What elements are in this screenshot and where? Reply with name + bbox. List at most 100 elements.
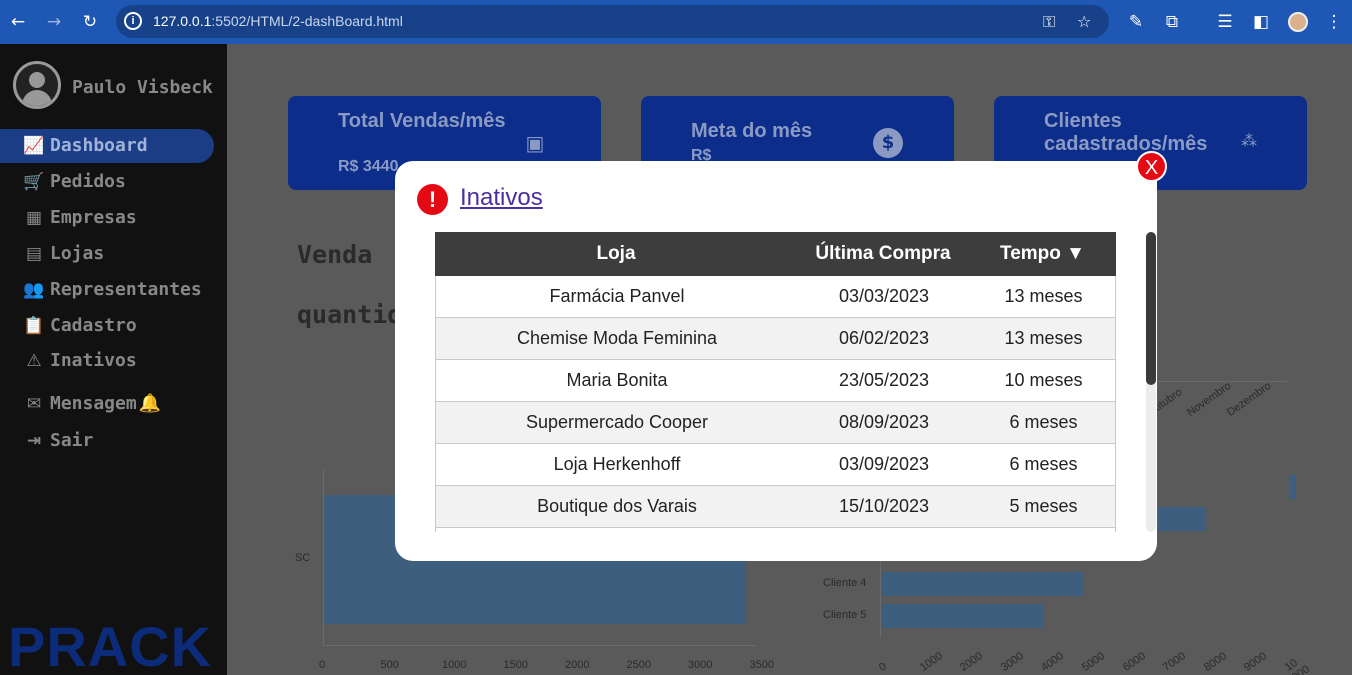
cell-tempo: 6 meses (1009, 412, 1078, 432)
sidebar-item-pedidos[interactable]: 🛒 Pedidos (0, 165, 214, 199)
cell-tempo: 5 meses (1009, 496, 1078, 516)
star-icon[interactable]: ☆ (1077, 12, 1091, 31)
x-tick-label: 10 000 (1283, 656, 1312, 675)
reload-icon[interactable]: ↻ (78, 10, 102, 34)
money-icon: ▣ (525, 131, 545, 155)
sidebar-item-inativos[interactable]: ⚠ Inativos (0, 344, 214, 378)
clipboard-icon: 📋 (23, 316, 45, 336)
cell-ultima: 23/05/2023 (838, 370, 930, 390)
column-ultima-compra[interactable]: Última Compra (797, 232, 969, 276)
table-row[interactable]: Maria Bonita 23/05/2023 10 meses (435, 360, 1116, 402)
scroll-thumb[interactable] (1146, 232, 1156, 385)
cell-loja: Supermercado Cooper (525, 412, 709, 432)
warning-icon: ⚠ (26, 351, 42, 371)
x-tick-label: 2000 (565, 659, 590, 671)
sidebar-item-lojas[interactable]: ▤ Lojas (0, 237, 214, 271)
x-tick-label: Dezembro (1225, 379, 1274, 419)
inativos-table: Loja Última Compra Tempo ▼ Farmácia Panv… (435, 232, 1116, 532)
table-row[interactable]: Boutique dos Varais 15/10/2023 5 meses (435, 486, 1116, 528)
bar-cliente-4 (881, 572, 1084, 596)
column-loja[interactable]: Loja (435, 232, 797, 276)
brand-logo: PRACK (8, 615, 213, 675)
store-icon: ▤ (25, 244, 43, 264)
table-row[interactable]: Loja Herkenhoff 03/09/2023 6 meses (435, 444, 1116, 486)
sidebar-item-sair[interactable]: ⇥ Sair (0, 424, 214, 458)
cart-icon: 🛒 (23, 172, 45, 192)
site-info-icon[interactable]: i (124, 12, 142, 30)
cell-ultima: 08/09/2023 (838, 412, 930, 432)
alert-icon: ! (417, 184, 448, 215)
x-tick-label: 2000 (958, 649, 986, 674)
sidebar-item-representantes[interactable]: 👥 Representantes (0, 273, 214, 307)
sidepanel-icon[interactable]: ◧ (1249, 10, 1273, 34)
cell-loja: Boutique dos Varais (537, 496, 697, 516)
x-tick-label: 1500 (503, 659, 528, 671)
inativos-modal: X ! Inativos Loja Última Compra Tempo ▼ … (395, 151, 1167, 561)
cell-loja: Chemise Moda Feminina (516, 328, 718, 348)
cell-loja: Farmácia Panvel (549, 286, 685, 306)
cell-tempo: 10 meses (1004, 370, 1083, 390)
profile-avatar-icon[interactable] (1288, 12, 1308, 32)
x-tick-label: 3000 (688, 659, 713, 671)
section-quantidade: quantid (297, 300, 403, 329)
cell-ultima: 03/09/2023 (838, 454, 930, 474)
users-icon: ⁂ (1241, 131, 1257, 150)
close-button[interactable]: X (1136, 151, 1167, 182)
browser-toolbar: ← → ↻ i 127.0.0.1:5502/HTML/2-dashBoard.… (0, 0, 1352, 44)
x-tick-label: 7000 (1161, 649, 1189, 674)
table-scrollbar[interactable] (1146, 232, 1156, 532)
x-tick-label: 0 (319, 659, 326, 671)
x-tick-label: 1000 (917, 649, 945, 674)
user-name: Paulo Visbeck (72, 77, 213, 98)
back-icon[interactable]: ← (6, 10, 30, 34)
section-venda: Venda (297, 240, 373, 269)
cell-ultima: 15/10/2023 (838, 496, 930, 516)
table-row[interactable]: Supermercado Cooper 08/09/2023 6 meses (435, 402, 1116, 444)
x-tick-label: Novembro (1185, 379, 1234, 419)
x-tick-label: 0 (877, 660, 889, 674)
bar-cliente-5 (881, 604, 1044, 628)
cell-loja: Maria Bonita (566, 370, 668, 390)
table-header: Loja Última Compra Tempo ▼ (435, 232, 1116, 276)
address-bar[interactable]: i 127.0.0.1:5502/HTML/2-dashBoard.html ⚿… (116, 5, 1109, 38)
dollar-icon: $ (873, 128, 903, 158)
sidebar-item-mensagem[interactable]: ✉ Mensagem 🔔 (0, 387, 214, 421)
x-tick-label: 4000 (1039, 649, 1067, 674)
sidebar-item-dashboard[interactable]: 📈 Dashboard (0, 129, 214, 163)
menu-dots-icon[interactable]: ⋮ (1322, 10, 1346, 34)
x-tick-label: 2500 (626, 659, 651, 671)
x-tick-label: 9000 (1242, 649, 1270, 674)
x-tick-label: 1000 (442, 659, 467, 671)
sidebar: Paulo Visbeck 📈 Dashboard 🛒 Pedidos ▦ Em… (0, 44, 227, 675)
users-icon: 👥 (23, 280, 45, 300)
media-icon[interactable]: ☰ (1213, 10, 1237, 34)
table-row[interactable] (435, 528, 1116, 532)
x-tick-label: 6000 (1120, 649, 1148, 674)
url-text[interactable]: 127.0.0.1:5502/HTML/2-dashBoard.html (153, 13, 403, 29)
table-row[interactable]: Chemise Moda Feminina 06/02/2023 13 meses (435, 318, 1116, 360)
logout-icon: ⇥ (26, 431, 42, 451)
x-tick-label: 3000 (998, 649, 1026, 674)
building-icon: ▦ (25, 208, 43, 228)
sidebar-item-empresas[interactable]: ▦ Empresas (0, 201, 214, 235)
column-tempo[interactable]: Tempo ▼ (969, 232, 1116, 276)
x-tick-label: 5000 (1080, 649, 1107, 674)
key-icon[interactable]: ⚿ (1043, 12, 1055, 32)
table-row[interactable]: Farmácia Panvel 03/03/2023 13 meses (435, 276, 1116, 318)
sidebar-item-cadastro[interactable]: 📋 Cadastro (0, 309, 214, 343)
extensions-icon[interactable]: ⧉ (1160, 10, 1184, 34)
cell-loja: Loja Herkenhoff (553, 454, 681, 474)
envelope-icon: ✉ (26, 394, 42, 414)
x-tick-label: 3500 (749, 659, 774, 671)
cell-tempo: 13 meses (1004, 286, 1083, 306)
forward-icon[interactable]: → (42, 10, 66, 34)
cell-ultima: 06/02/2023 (838, 328, 930, 348)
modal-title[interactable]: Inativos (460, 184, 543, 212)
eyedropper-icon[interactable]: ✎ (1124, 10, 1148, 34)
cell-tempo: 13 meses (1004, 328, 1083, 348)
category-label: SC (295, 552, 311, 564)
x-tick-label: 8000 (1201, 649, 1229, 674)
cell-ultima: 03/03/2023 (838, 286, 930, 306)
x-tick-label: 500 (380, 659, 399, 671)
chart-icon: 📈 (23, 136, 45, 156)
